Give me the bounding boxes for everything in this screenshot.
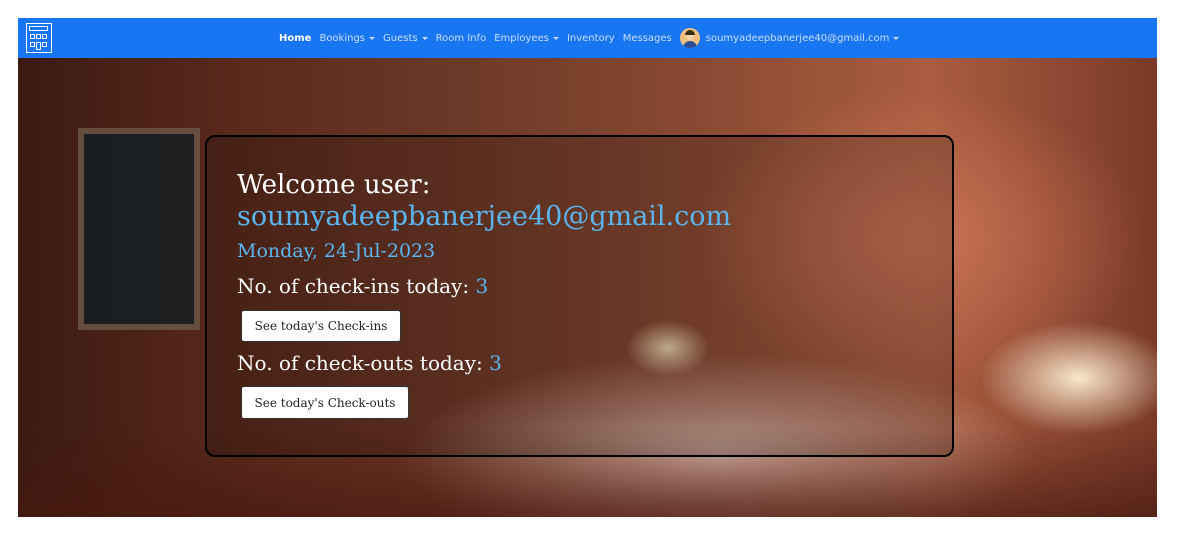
nav-bookings[interactable]: Bookings	[319, 33, 376, 44]
see-checkouts-button[interactable]: See today's Check-outs	[241, 386, 409, 419]
nav-room-info[interactable]: Room Info	[436, 33, 487, 44]
welcome-heading: Welcome user:	[237, 170, 431, 200]
caret-down-icon	[369, 36, 376, 40]
user-email: soumyadeepbanerjee40@gmail.com	[705, 32, 890, 44]
checkouts-text: No. of check-outs today: 3	[237, 351, 502, 375]
current-date: Monday, 24-Jul-2023	[237, 240, 436, 262]
caret-down-icon	[893, 36, 900, 40]
nav-employees[interactable]: Employees	[494, 33, 559, 44]
checkins-count: 3	[475, 274, 489, 298]
nav-inventory[interactable]: Inventory	[567, 33, 615, 44]
nav-guests[interactable]: Guests	[383, 33, 428, 44]
nav-menu: Home Bookings Guests Room Info Employees…	[279, 18, 907, 58]
user-menu[interactable]: soumyadeepbanerjee40@gmail.com	[679, 28, 900, 48]
top-navbar: Home Bookings Guests Room Info Employees…	[18, 18, 1157, 58]
user-avatar-icon	[679, 28, 700, 48]
checkouts-count: 3	[489, 351, 502, 375]
nav-home[interactable]: Home	[279, 33, 311, 44]
welcome-email: soumyadeepbanerjee40@gmail.com	[237, 201, 732, 232]
nav-messages[interactable]: Messages	[623, 33, 672, 44]
see-checkins-button[interactable]: See today's Check-ins	[241, 310, 401, 342]
checkouts-label: No. of check-outs today:	[237, 351, 483, 375]
caret-down-icon	[552, 36, 559, 40]
caret-down-icon	[421, 36, 428, 40]
checkins-label: No. of check-ins today:	[237, 274, 470, 298]
checkins-text: No. of check-ins today: 3	[237, 274, 488, 298]
hotel-logo-icon[interactable]	[26, 23, 52, 53]
